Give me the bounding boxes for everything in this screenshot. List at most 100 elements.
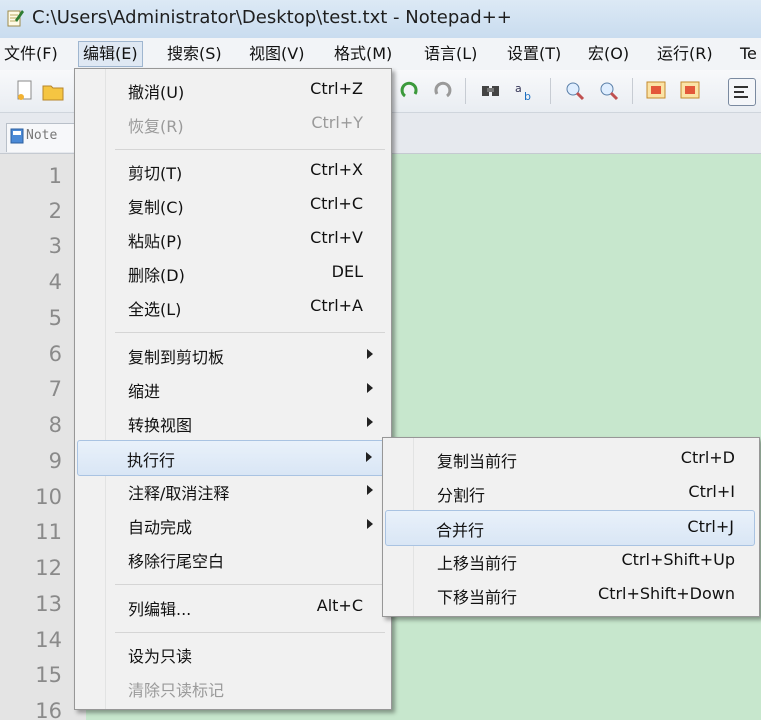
menu-item-copy[interactable]: 复制(C) Ctrl+C — [77, 188, 387, 222]
menu-run[interactable]: 运行(R) — [653, 42, 717, 66]
menu-item-shortcut: Ctrl+A — [310, 296, 363, 315]
menu-item-label: 设为只读 — [128, 647, 193, 666]
svg-text:b: b — [524, 90, 531, 103]
menu-item-paste[interactable]: 粘贴(P) Ctrl+V — [77, 222, 387, 256]
find-icon[interactable] — [478, 78, 504, 104]
menu-item-label: 删除(D) — [128, 266, 185, 285]
sync-horizontal-icon[interactable] — [678, 78, 704, 104]
menu-edit[interactable]: 编辑(E) — [78, 41, 143, 67]
menu-item-label: 剪切(T) — [128, 164, 183, 183]
document-saved-icon — [10, 128, 24, 144]
line-number: 3 — [48, 234, 62, 258]
toolbar-separator — [550, 78, 551, 104]
menu-item-label: 撤消(U) — [128, 83, 185, 102]
menu-item-split-lines[interactable]: 分割行 Ctrl+I — [385, 476, 755, 510]
menu-item-label: 列编辑... — [128, 600, 192, 619]
menu-item-join-lines[interactable]: 合并行 Ctrl+J — [385, 510, 755, 546]
menu-item-label: 缩进 — [128, 382, 161, 401]
menu-item-comment[interactable]: 注释/取消注释 — [77, 474, 387, 508]
line-number: 6 — [48, 342, 62, 366]
menu-item-cut[interactable]: 剪切(T) Ctrl+X — [77, 154, 387, 188]
menu-item-label: 全选(L) — [128, 300, 182, 319]
notepad-app-icon — [7, 10, 24, 27]
menu-item-column-editor[interactable]: 列编辑... Alt+C — [77, 590, 387, 624]
menu-item-redo[interactable]: 恢复(R) Ctrl+Y — [77, 107, 387, 141]
menu-item-line-operations[interactable]: 执行行 — [77, 440, 387, 476]
line-number: 8 — [48, 413, 62, 437]
menu-item-shortcut: Ctrl+V — [310, 228, 363, 247]
menu-language[interactable]: 语言(L) — [420, 42, 481, 66]
menu-item-label: 恢复(R) — [128, 117, 184, 136]
line-number: 13 — [35, 592, 62, 616]
line-number: 2 — [48, 199, 62, 223]
submenu-arrow-icon — [367, 349, 373, 359]
svg-text:a: a — [515, 82, 522, 95]
line-number: 4 — [48, 270, 62, 294]
new-file-icon[interactable] — [12, 78, 38, 104]
menu-item-shortcut: DEL — [331, 262, 363, 281]
menu-item-label: 粘贴(P) — [128, 232, 183, 251]
menu-item-shortcut: Ctrl+I — [688, 482, 735, 501]
menu-item-delete[interactable]: 删除(D) DEL — [77, 256, 387, 290]
menu-item-select-all[interactable]: 全选(L) Ctrl+A — [77, 290, 387, 324]
menu-item-clear-read-only[interactable]: 清除只读标记 — [77, 671, 387, 705]
menu-item-label: 移除行尾空白 — [128, 552, 225, 571]
menu-item-set-read-only[interactable]: 设为只读 — [77, 637, 387, 671]
menu-item-label: 上移当前行 — [437, 554, 518, 573]
redo-icon[interactable] — [430, 78, 456, 104]
menu-item-label: 分割行 — [437, 486, 486, 505]
menu-item-shortcut: Alt+C — [316, 596, 363, 615]
line-number: 1 — [48, 164, 62, 188]
menu-format[interactable]: 格式(M) — [330, 42, 396, 66]
window-title: C:\Users\Administrator\Desktop\test.txt … — [32, 7, 512, 28]
menu-item-label: 自动完成 — [128, 518, 193, 537]
sync-vertical-icon[interactable] — [644, 78, 670, 104]
tab-label: Note — [26, 128, 58, 143]
word-wrap-icon[interactable] — [728, 78, 756, 106]
toolbar-separator — [632, 78, 633, 104]
zoom-out-icon[interactable] — [596, 78, 622, 104]
line-operations-submenu: 复制当前行 Ctrl+D 分割行 Ctrl+I 合并行 Ctrl+J 上移当前行… — [382, 437, 760, 617]
menu-item-trim-trailing-space[interactable]: 移除行尾空白 — [77, 542, 387, 576]
menu-item-label: 清除只读标记 — [128, 681, 225, 700]
toolbar-separator — [465, 78, 466, 104]
menu-search[interactable]: 搜索(S) — [163, 42, 226, 66]
zoom-in-icon[interactable] — [562, 78, 588, 104]
line-number: 11 — [35, 520, 62, 544]
menu-item-copy-to-clipboard[interactable]: 复制到剪切板 — [77, 338, 387, 372]
menu-item-undo[interactable]: 撤消(U) Ctrl+Z — [77, 73, 387, 107]
line-number: 16 — [35, 699, 62, 723]
menu-item-label: 复制到剪切板 — [128, 348, 225, 367]
submenu-arrow-icon — [366, 452, 372, 462]
line-number: 12 — [35, 556, 62, 580]
open-file-icon[interactable] — [40, 78, 66, 104]
menu-view[interactable]: 视图(V) — [245, 42, 308, 66]
submenu-arrow-icon — [367, 485, 373, 495]
menu-item-shortcut: Ctrl+Z — [310, 79, 363, 98]
menu-item-convert-case[interactable]: 转换视图 — [77, 406, 387, 440]
undo-icon[interactable] — [396, 78, 422, 104]
menu-item-move-line-up[interactable]: 上移当前行 Ctrl+Shift+Up — [385, 544, 755, 578]
line-number: 5 — [48, 306, 62, 330]
menu-item-shortcut: Ctrl+X — [310, 160, 363, 179]
menu-settings[interactable]: 设置(T) — [503, 42, 565, 66]
menu-item-indent[interactable]: 缩进 — [77, 372, 387, 406]
line-number: 15 — [35, 663, 62, 687]
menu-item-auto-completion[interactable]: 自动完成 — [77, 508, 387, 542]
replace-icon[interactable]: ab — [512, 78, 538, 104]
menu-item-duplicate-line[interactable]: 复制当前行 Ctrl+D — [385, 442, 755, 476]
menu-item-shortcut: Ctrl+D — [680, 448, 735, 467]
menu-item-shortcut: Ctrl+Shift+Down — [598, 584, 735, 603]
menu-item-label: 注释/取消注释 — [128, 484, 230, 503]
submenu-arrow-icon — [367, 383, 373, 393]
menu-macro[interactable]: 宏(O) — [584, 42, 633, 66]
menu-item-shortcut: Ctrl+Shift+Up — [621, 550, 735, 569]
menu-item-label: 转换视图 — [128, 416, 193, 435]
menu-item-move-line-down[interactable]: 下移当前行 Ctrl+Shift+Down — [385, 578, 755, 612]
menu-separator — [115, 149, 385, 150]
menu-more[interactable]: Te — [736, 42, 761, 66]
menu-separator — [115, 632, 385, 633]
submenu-arrow-icon — [367, 417, 373, 427]
menu-file[interactable]: 文件(F) — [0, 42, 62, 66]
menu-item-shortcut: Ctrl+J — [687, 517, 734, 536]
